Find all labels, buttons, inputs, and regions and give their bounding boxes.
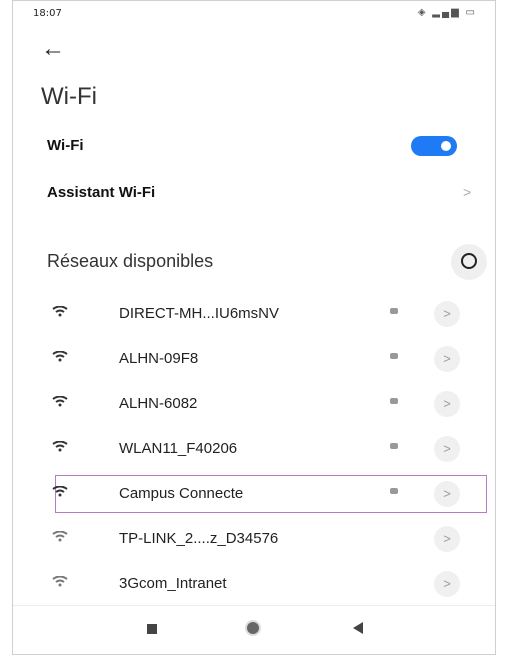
lock-icon [390, 398, 398, 404]
wifi-signal-icon [52, 486, 68, 497]
network-details-chevron[interactable]: > [434, 391, 460, 417]
network-details-chevron[interactable]: > [434, 346, 460, 372]
wifi-signal-icon [52, 396, 68, 407]
wifi-signal-icon [52, 306, 68, 317]
status-bar: 18:07 ◈ ▂▄▆ ▭ [13, 1, 495, 27]
wifi-toggle[interactable] [411, 136, 457, 156]
available-networks-heading: Réseaux disponibles [47, 251, 214, 271]
wifi-signal-icon [52, 531, 68, 542]
lock-icon [390, 488, 398, 494]
wifi-signal-icon [52, 576, 68, 587]
assistant-chevron-icon[interactable]: > [463, 184, 471, 200]
system-nav-bar [13, 605, 495, 654]
page-title: Wi-Fi [41, 83, 97, 110]
network-name: ALHN-09F8 [119, 350, 199, 367]
status-time: 18:07 [33, 8, 62, 19]
network-name: DIRECT-MH...IU6msNV [119, 305, 280, 322]
network-name: ALHN-6082 [119, 395, 198, 412]
back-triangle-icon[interactable] [353, 622, 363, 634]
network-row[interactable]: 3Gcom_Intranet > [35, 565, 489, 603]
network-row[interactable]: ALHN-09F8 > [35, 340, 489, 378]
wifi-signal-icon [52, 441, 68, 452]
wifi-toggle-label: Wi-Fi [47, 137, 84, 154]
network-name: 3Gcom_Intranet [119, 575, 227, 592]
wifi-signal-icon [52, 351, 68, 362]
refresh-button[interactable] [451, 244, 487, 280]
network-name: Campus Connecte [119, 485, 244, 502]
network-row[interactable]: DIRECT-MH...IU6msNV > [35, 295, 489, 333]
network-details-chevron[interactable]: > [434, 481, 460, 507]
network-details-chevron[interactable]: > [434, 436, 460, 462]
refresh-icon [461, 253, 477, 269]
network-name: TP-LINK_2....z_D34576 [119, 530, 279, 547]
network-row[interactable]: WLAN11_F40206 > [35, 430, 489, 468]
network-row[interactable]: ALHN-6082 > [35, 385, 489, 423]
recents-square-icon[interactable] [147, 624, 157, 634]
network-details-chevron[interactable]: > [434, 526, 460, 552]
toggle-knob [441, 141, 451, 151]
network-details-chevron[interactable]: > [434, 301, 460, 327]
back-arrow-icon[interactable]: ← [41, 35, 65, 63]
lock-icon [390, 443, 398, 449]
network-name: WLAN11_F40206 [119, 440, 238, 457]
network-row[interactable]: TP-LINK_2....z_D34576 > [35, 520, 489, 558]
status-icons: ◈ ▂▄▆ ▭ [417, 7, 477, 18]
network-details-chevron[interactable]: > [434, 571, 460, 597]
phone-screen: 18:07 ◈ ▂▄▆ ▭ ← Wi-Fi Wi-Fi Assistant Wi… [12, 0, 496, 655]
home-circle-icon[interactable] [245, 620, 261, 636]
lock-icon [390, 308, 398, 314]
assistant-wifi-label[interactable]: Assistant Wi-Fi [47, 184, 155, 201]
lock-icon [390, 353, 398, 359]
network-row-highlighted[interactable]: Campus Connecte > [35, 475, 489, 513]
